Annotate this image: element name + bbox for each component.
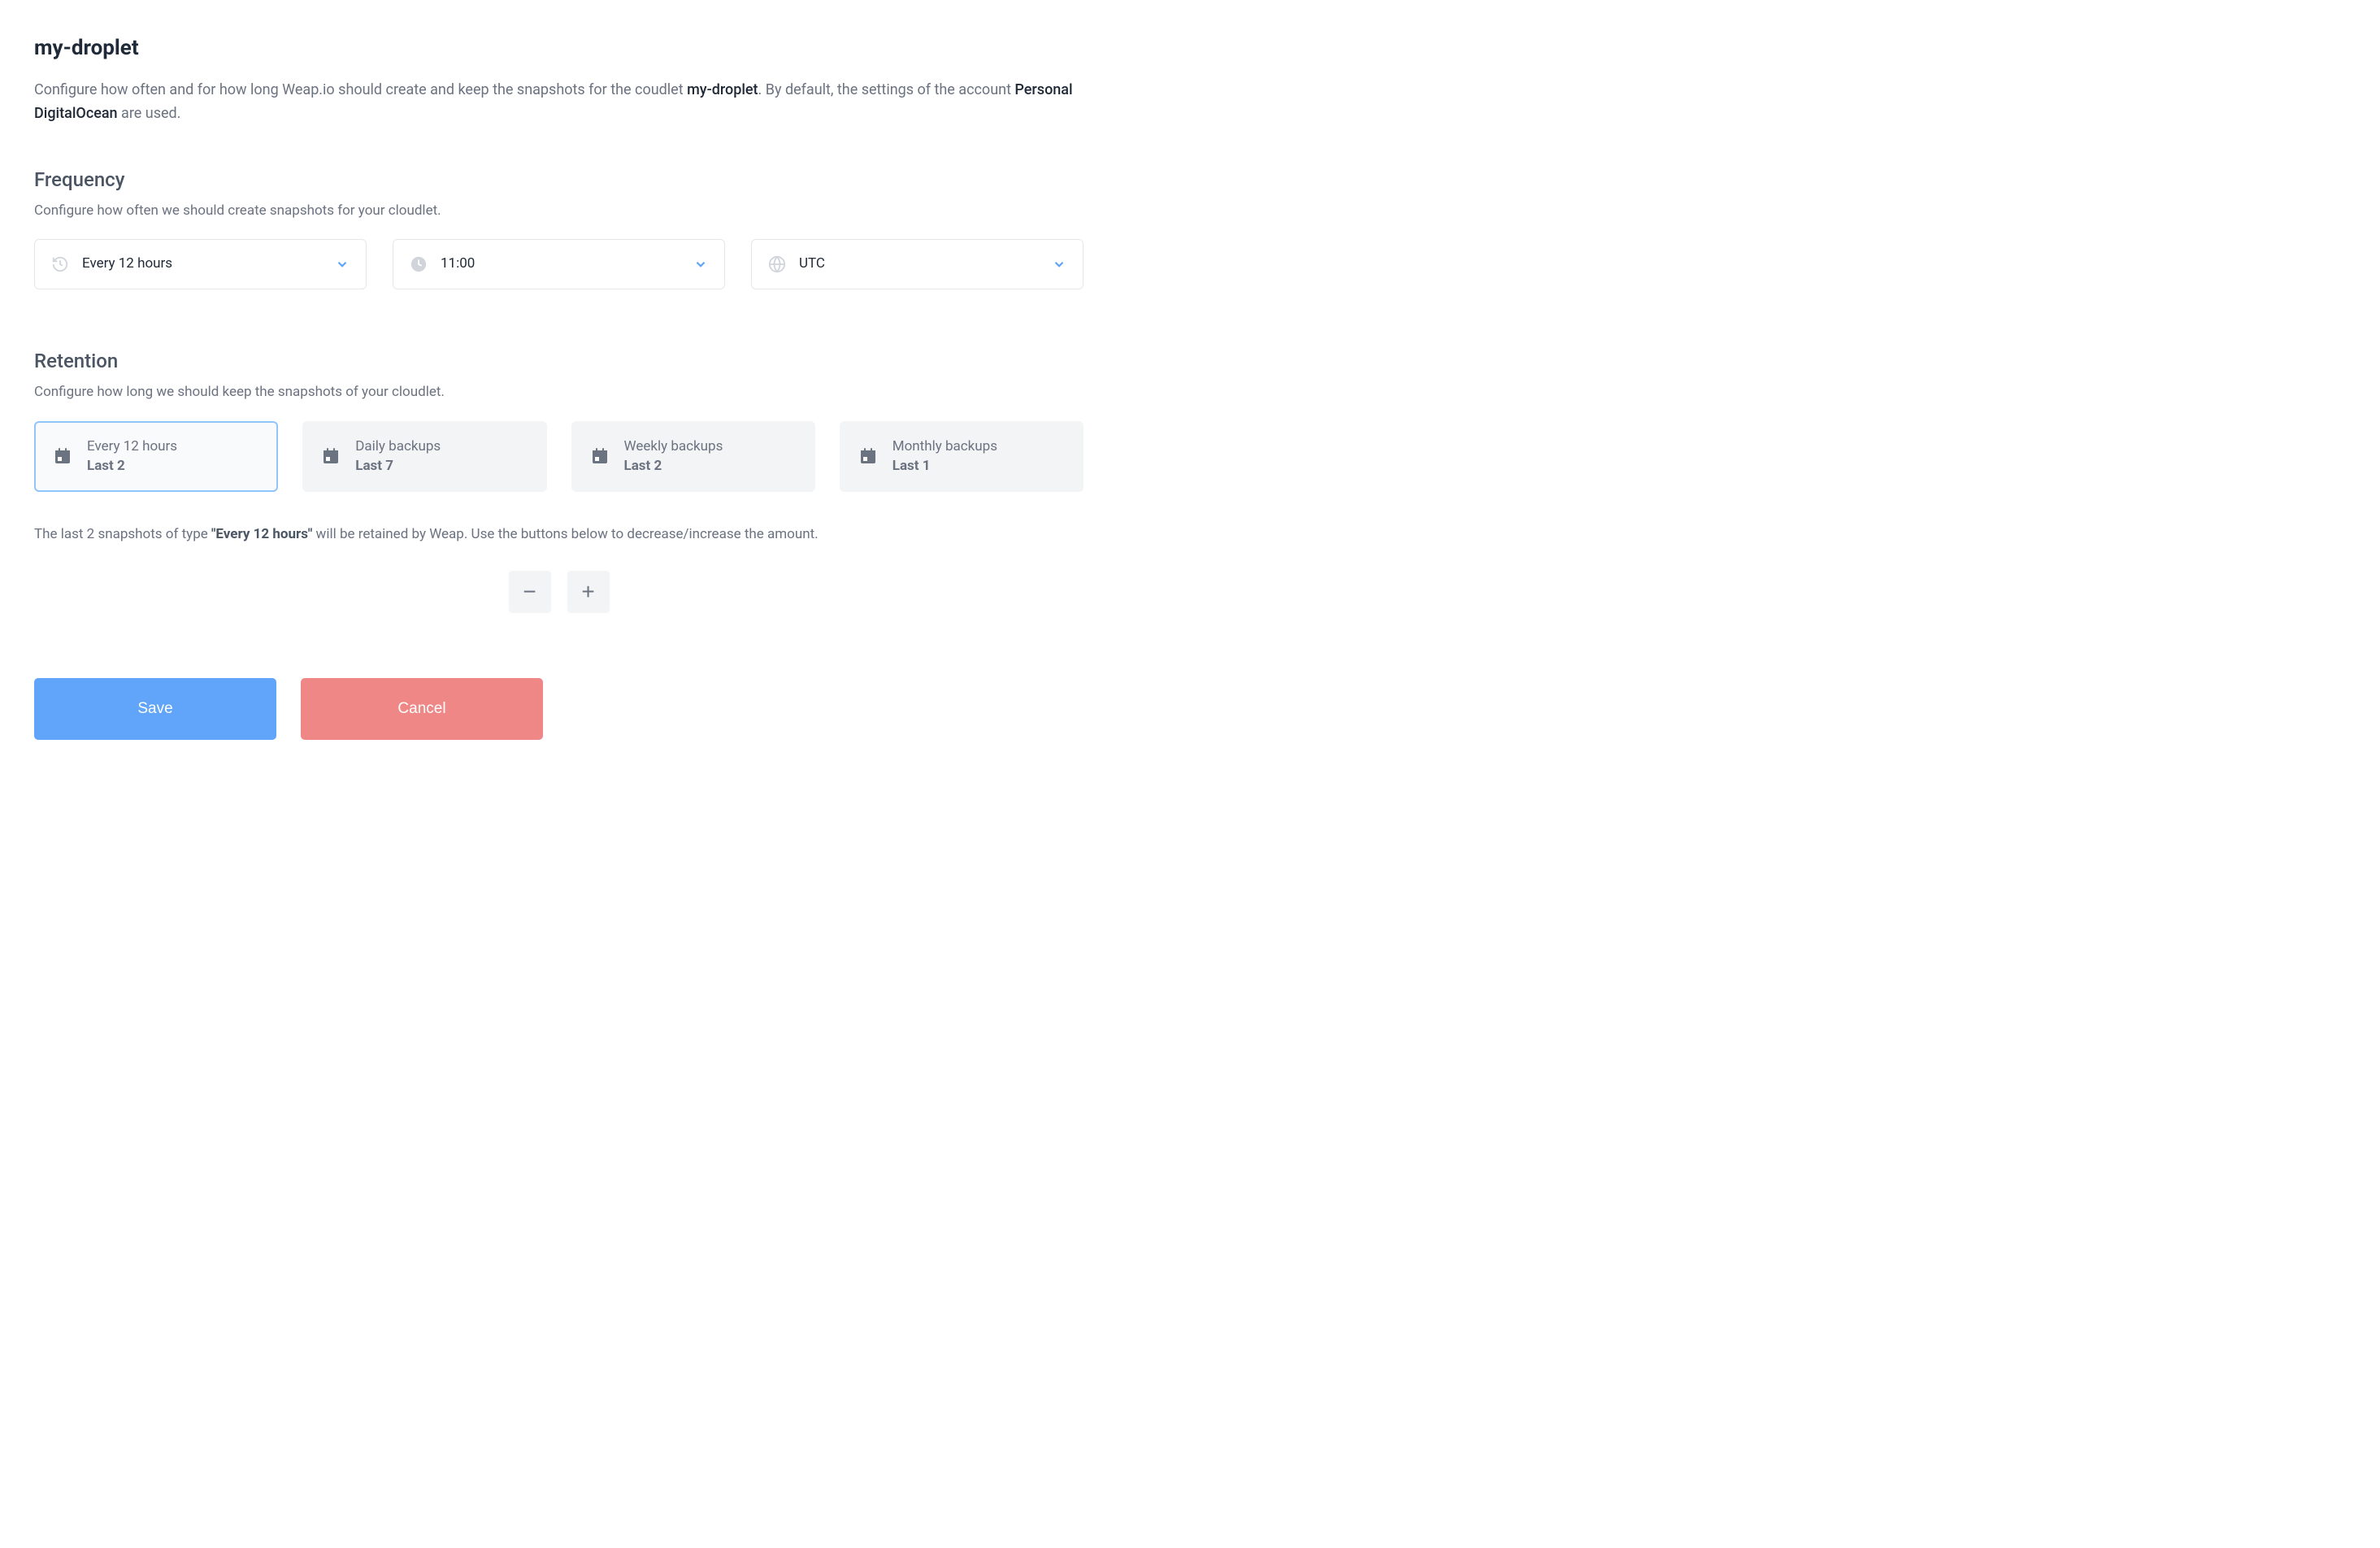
interval-select[interactable]: Every 12 hours xyxy=(34,239,367,289)
retention-card-12h[interactable]: Every 12 hours Last 2 xyxy=(34,421,278,492)
retention-card-monthly[interactable]: Monthly backups Last 1 xyxy=(840,421,1084,492)
calendar-icon xyxy=(53,446,72,466)
retention-desc: Configure how long we should keep the sn… xyxy=(34,382,1084,403)
timezone-select[interactable]: UTC xyxy=(751,239,1084,289)
action-row: Save Cancel xyxy=(34,678,1084,740)
globe-icon xyxy=(768,255,786,273)
retention-card-texts: Every 12 hours Last 2 xyxy=(87,437,177,476)
desc-post: are used. xyxy=(118,105,181,122)
retention-card-texts: Daily backups Last 7 xyxy=(355,437,441,476)
frequency-row: Every 12 hours 11:00 xyxy=(34,239,1084,289)
calendar-icon xyxy=(321,446,341,466)
retention-card-daily[interactable]: Daily backups Last 7 xyxy=(302,421,546,492)
increase-button[interactable]: + xyxy=(567,571,610,613)
cancel-button[interactable]: Cancel xyxy=(301,678,543,740)
decrease-button[interactable]: − xyxy=(509,571,551,613)
retention-detail-strong: "Every 12 hours" xyxy=(211,526,312,542)
frequency-title: Frequency xyxy=(34,165,1084,194)
history-icon xyxy=(51,255,69,273)
chevron-down-icon xyxy=(693,257,708,272)
retention-detail: The last 2 snapshots of type "Every 12 h… xyxy=(34,524,1084,546)
interval-value: Every 12 hours xyxy=(82,254,335,275)
retention-card-value: Last 2 xyxy=(624,456,723,476)
desc-pre: Configure how often and for how long Wea… xyxy=(34,81,687,98)
calendar-icon xyxy=(590,446,610,466)
retention-detail-post: will be retained by Weap. Use the button… xyxy=(312,526,818,542)
time-select[interactable]: 11:00 xyxy=(393,239,725,289)
save-button[interactable]: Save xyxy=(34,678,276,740)
page-description: Configure how often and for how long Wea… xyxy=(34,79,1084,126)
retention-card-label: Monthly backups xyxy=(892,437,997,457)
retention-card-label: Weekly backups xyxy=(624,437,723,457)
calendar-icon xyxy=(858,446,878,466)
retention-cards-row: Every 12 hours Last 2 Daily backups Last… xyxy=(34,421,1084,492)
retention-card-value: Last 7 xyxy=(355,456,441,476)
time-value: 11:00 xyxy=(441,254,693,275)
retention-card-label: Every 12 hours xyxy=(87,437,177,457)
timezone-value: UTC xyxy=(799,254,1052,275)
retention-detail-pre: The last 2 snapshots of type xyxy=(34,526,211,542)
chevron-down-icon xyxy=(1052,257,1066,272)
clock-icon xyxy=(410,255,428,273)
retention-card-texts: Monthly backups Last 1 xyxy=(892,437,997,476)
retention-card-value: Last 1 xyxy=(892,456,997,476)
chevron-down-icon xyxy=(335,257,350,272)
retention-card-value: Last 2 xyxy=(87,456,177,476)
stepper-row: − + xyxy=(34,571,1084,613)
desc-mid: . By default, the settings of the accoun… xyxy=(758,81,1015,98)
retention-card-label: Daily backups xyxy=(355,437,441,457)
frequency-desc: Configure how often we should create sna… xyxy=(34,201,1084,222)
retention-card-texts: Weekly backups Last 2 xyxy=(624,437,723,476)
desc-droplet-name: my-droplet xyxy=(687,81,758,98)
retention-card-weekly[interactable]: Weekly backups Last 2 xyxy=(571,421,815,492)
retention-title: Retention xyxy=(34,346,1084,376)
page-title: my-droplet xyxy=(34,33,1084,64)
